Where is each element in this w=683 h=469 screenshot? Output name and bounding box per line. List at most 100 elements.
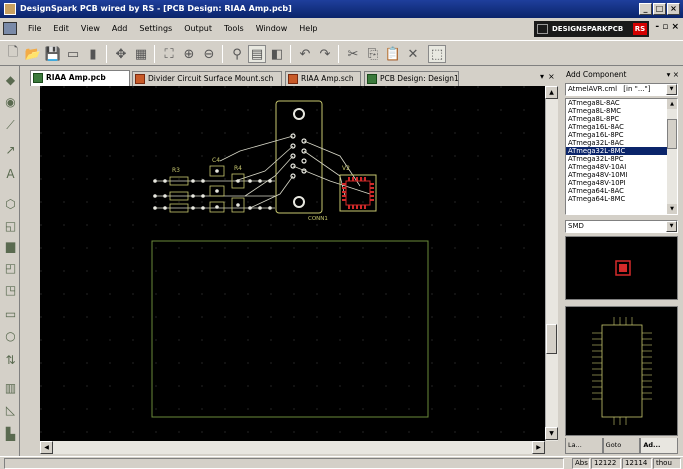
- canvas-vertical-scrollbar[interactable]: ▲ ▼: [545, 86, 558, 441]
- scroll-right-arrow[interactable]: ▶: [532, 441, 545, 454]
- menu-help[interactable]: Help: [293, 18, 323, 40]
- scroll-up-arrow[interactable]: ▲: [667, 99, 677, 109]
- library-select[interactable]: AtmelAVR.cml [in "..."] ▼: [565, 83, 678, 96]
- list-item[interactable]: ATmega64L-8AC: [566, 187, 677, 195]
- tab-goto[interactable]: Goto: [602, 438, 641, 454]
- scroll-thumb[interactable]: [667, 119, 677, 149]
- panel-close-icon[interactable]: ▾ ×: [667, 68, 679, 82]
- component-icon[interactable]: ✥: [112, 45, 130, 63]
- menu-bar: File Edit View Add Settings Output Tools…: [0, 18, 683, 40]
- list-item[interactable]: ATmega64L-8MC: [566, 195, 677, 203]
- minimize-button[interactable]: _: [639, 3, 652, 15]
- list-item-selected[interactable]: ATmega32L-8MC: [566, 147, 677, 155]
- menu-view[interactable]: View: [75, 18, 106, 40]
- list-item[interactable]: ATmega8L-8AC: [566, 99, 677, 107]
- text-icon[interactable]: A: [3, 166, 18, 181]
- list-item[interactable]: ATmega16L-8AC: [566, 123, 677, 131]
- maximize-button[interactable]: □: [653, 3, 666, 15]
- menu-add[interactable]: Add: [106, 18, 134, 40]
- main-toolbar: 🗋 📂 💾 ▭ ▮ ✥ ▦ ⛶ ⊕ ⊖ ⚲ ▤ ◧ ↶ ↷ ✂ ⎘ 📋 ✕ ⬚: [0, 40, 683, 66]
- shape-icon[interactable]: ⬡: [3, 196, 18, 211]
- canvas-horizontal-scrollbar[interactable]: ◀ ▶: [40, 441, 545, 454]
- zoom-in-icon[interactable]: ⊕: [180, 45, 198, 63]
- list-item[interactable]: ATmega32L-8AC: [566, 139, 677, 147]
- circle-icon[interactable]: ○: [3, 328, 18, 343]
- symbol-preview: [565, 306, 678, 436]
- measure-icon[interactable]: ◺: [3, 402, 18, 417]
- brand-label: DESIGNSPARKPCB: [552, 25, 624, 33]
- select-mode-icon[interactable]: ⬚: [428, 45, 446, 63]
- list-item[interactable]: ATmega8L-8PC: [566, 115, 677, 123]
- layers-icon[interactable]: ▤: [248, 45, 266, 63]
- filter-value: [in "..."]: [623, 85, 651, 93]
- close-button[interactable]: ×: [667, 3, 680, 15]
- save-icon[interactable]: 💾: [44, 45, 62, 63]
- route-icon[interactable]: ↗: [3, 142, 18, 157]
- scroll-down-arrow[interactable]: ▼: [667, 204, 677, 214]
- list-item[interactable]: ATmega32L-8PC: [566, 155, 677, 163]
- open-folder-icon[interactable]: 📂: [24, 45, 42, 63]
- dimension-icon[interactable]: ⇅: [3, 352, 18, 367]
- tab-pcb-design1[interactable]: PCB Design: Design1: [364, 71, 459, 86]
- properties-icon[interactable]: ⚲: [228, 45, 246, 63]
- pcb-canvas[interactable]: R3 C4 R4 V2 CONN1: [40, 86, 545, 441]
- tab-list-icon[interactable]: ▾: [540, 72, 544, 81]
- cut-icon[interactable]: ✂: [344, 45, 362, 63]
- scroll-up-arrow[interactable]: ▲: [545, 86, 558, 99]
- area-icon[interactable]: ◱: [3, 218, 18, 233]
- chevron-down-icon[interactable]: ▼: [666, 84, 677, 95]
- select-icon[interactable]: ◆: [3, 72, 18, 87]
- cutout-icon[interactable]: ◳: [3, 282, 18, 297]
- undo-icon[interactable]: ↶: [296, 45, 314, 63]
- ruler-icon[interactable]: ▥: [3, 380, 18, 395]
- board-icon[interactable]: ◰: [3, 260, 18, 275]
- copper-icon[interactable]: ▆: [3, 238, 18, 253]
- document-tabs: RIAA Amp.pcb Divider Circuit Surface Mou…: [22, 70, 557, 86]
- mdi-controls[interactable]: - ▫ ×: [655, 22, 679, 32]
- list-item[interactable]: ATmega8L-8MC: [566, 107, 677, 115]
- grid-icon[interactable]: ▦: [132, 45, 150, 63]
- menu-output[interactable]: Output: [178, 18, 218, 40]
- drc-icon[interactable]: ▙: [3, 426, 18, 441]
- scroll-left-arrow[interactable]: ◀: [40, 441, 53, 454]
- menu-window[interactable]: Window: [250, 18, 294, 40]
- close-doc-icon[interactable]: ▭: [64, 45, 82, 63]
- menu-file[interactable]: File: [22, 18, 47, 40]
- list-item[interactable]: ATmega48V-10AI: [566, 163, 677, 171]
- component-list[interactable]: ATmega8L-8AC ATmega8L-8MC ATmega8L-8PC A…: [565, 98, 678, 215]
- chevron-down-icon[interactable]: ▼: [666, 221, 677, 232]
- pad-icon[interactable]: ◉: [3, 94, 18, 109]
- coord-mode: Abs: [572, 458, 590, 469]
- scroll-down-arrow[interactable]: ▼: [545, 427, 558, 440]
- menu-tools[interactable]: Tools: [218, 18, 250, 40]
- tab-add-component[interactable]: Ad...: [640, 438, 679, 454]
- tab-riaa-amp-pcb[interactable]: RIAA Amp.pcb: [30, 70, 130, 86]
- document-icon[interactable]: [3, 22, 17, 35]
- zoom-extents-icon[interactable]: ⛶: [160, 45, 178, 63]
- redo-icon[interactable]: ↷: [316, 45, 334, 63]
- toolbar-separator: [338, 45, 339, 63]
- new-file-icon[interactable]: 🗋: [4, 45, 22, 63]
- list-scrollbar[interactable]: ▲ ▼: [667, 99, 677, 214]
- track-icon[interactable]: ⟋: [3, 118, 18, 133]
- menu-edit[interactable]: Edit: [47, 18, 75, 40]
- tab-layers[interactable]: La...: [565, 438, 603, 454]
- tab-close-icon[interactable]: ×: [548, 72, 555, 81]
- copy-icon[interactable]: ⎘: [364, 45, 382, 63]
- tab-divider-circuit-sch[interactable]: Divider Circuit Surface Mount.sch: [132, 71, 282, 86]
- list-item[interactable]: ATmega16L-8PC: [566, 131, 677, 139]
- list-item[interactable]: ATmega48V-10PI: [566, 179, 677, 187]
- left-toolbar: ◆ ◉ ⟋ ↗ A ⬡ ◱ ▆ ◰ ◳ ▭ ○ ⇅ ▥ ◺ ▙: [0, 66, 20, 456]
- brand-icon: [537, 24, 548, 34]
- package-select[interactable]: SMD ▼: [565, 220, 678, 233]
- zoom-out-icon[interactable]: ⊖: [200, 45, 218, 63]
- menu-settings[interactable]: Settings: [133, 18, 178, 40]
- print-icon[interactable]: ▮: [84, 45, 102, 63]
- delete-icon[interactable]: ✕: [404, 45, 422, 63]
- scroll-thumb[interactable]: [546, 324, 557, 354]
- rectangle-icon[interactable]: ▭: [3, 306, 18, 321]
- paste-icon[interactable]: 📋: [384, 45, 402, 63]
- list-item[interactable]: ATmega48V-10MI: [566, 171, 677, 179]
- design-tech-icon[interactable]: ◧: [268, 45, 286, 63]
- tab-riaa-amp-sch[interactable]: RIAA Amp.sch: [285, 71, 361, 86]
